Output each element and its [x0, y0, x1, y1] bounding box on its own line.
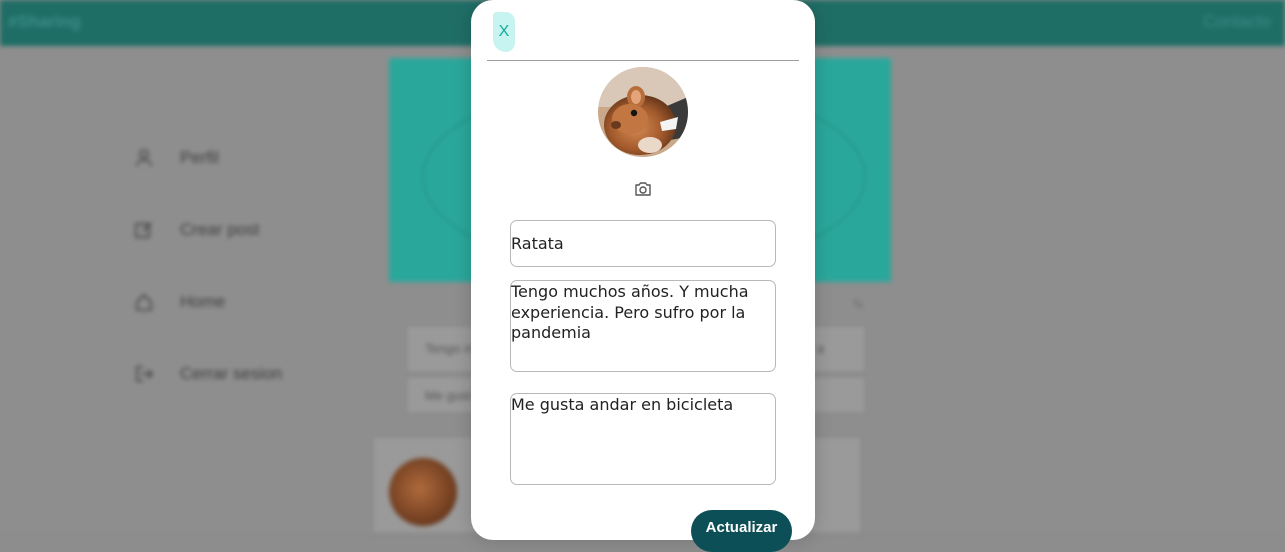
- post-avatar: [389, 458, 457, 526]
- pencil-icon[interactable]: ✎: [852, 296, 865, 314]
- card-bio-text: Tengo m: [425, 341, 475, 356]
- bio-field[interactable]: Tengo muchos años. Y mucha experiencia. …: [510, 280, 776, 372]
- sidebar-item-label: Perfil: [180, 148, 219, 167]
- sidebar-item-label: Home: [180, 292, 226, 311]
- user-icon: [134, 148, 154, 168]
- name-field[interactable]: [510, 220, 776, 267]
- close-button[interactable]: X: [493, 12, 515, 52]
- sidebar-item-cerrar-sesion[interactable]: Cerrar sesion: [134, 364, 282, 384]
- edit-icon: [134, 220, 154, 240]
- edit-profile-modal: X Ratata Tengo muchos años. Y mucha expe…: [471, 0, 815, 552]
- profile-avatar: [598, 67, 688, 157]
- logout-icon: [134, 364, 154, 384]
- camera-icon[interactable]: [634, 180, 652, 198]
- sidebar-item-home[interactable]: Home: [134, 292, 225, 312]
- nav-contact-link[interactable]: Contacto: [1203, 12, 1271, 32]
- hobby-field[interactable]: Me gusta andar en bicicleta: [510, 393, 776, 485]
- sidebar-item-crear-post[interactable]: Crear post: [134, 220, 259, 240]
- modal-divider: [487, 60, 799, 61]
- sidebar-item-label: Cerrar sesion: [180, 364, 283, 383]
- card-bio-text-end: a: [817, 341, 825, 356]
- card-hobby-text: Me gust: [425, 388, 472, 403]
- sidebar-item-label: Crear post: [180, 220, 260, 239]
- sidebar-item-perfil[interactable]: Perfil: [134, 148, 219, 168]
- update-button[interactable]: Actualizar: [691, 510, 792, 552]
- brand-logo[interactable]: #Sharing: [8, 12, 81, 32]
- home-icon: [134, 292, 154, 312]
